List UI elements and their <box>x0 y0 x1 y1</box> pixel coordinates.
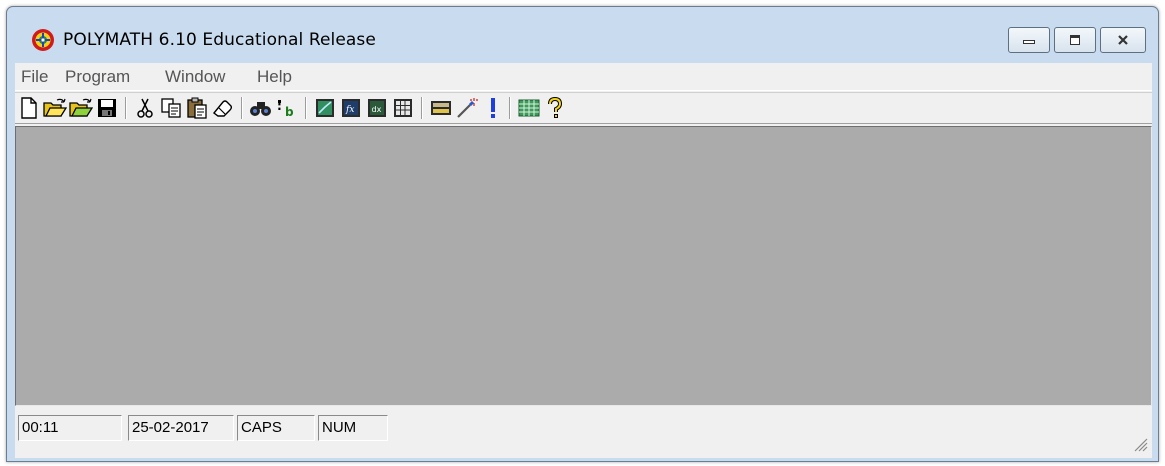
replace-button[interactable]: : b <box>275 96 299 120</box>
spreadsheet-icon <box>518 99 540 117</box>
table-button[interactable] <box>391 96 415 120</box>
mdi-workspace[interactable] <box>15 126 1152 406</box>
window-controls <box>1004 27 1146 53</box>
cut-button[interactable] <box>133 96 157 120</box>
spreadsheet-button[interactable] <box>517 96 541 120</box>
svg-text:dx: dx <box>372 105 382 114</box>
help-button[interactable] <box>543 96 567 120</box>
status-date: 25-02-2017 <box>128 415 234 441</box>
minimize-icon <box>1023 40 1035 44</box>
find-icon <box>250 102 271 116</box>
paste-button[interactable] <box>185 96 209 120</box>
save-button[interactable] <box>95 96 119 120</box>
svg-text:fx: fx <box>345 105 354 115</box>
regression-button[interactable]: dx <box>365 96 389 120</box>
new-file-button[interactable] <box>17 96 41 120</box>
close-icon <box>1118 35 1128 45</box>
run-icon <box>491 98 495 118</box>
calculator-icon <box>431 101 451 115</box>
restore-icon <box>1070 35 1080 45</box>
clear-button[interactable] <box>211 96 235 120</box>
toolbar-separator <box>125 97 127 119</box>
svg-text:b: b <box>285 105 294 118</box>
graph-icon <box>316 99 334 117</box>
status-bar: 00:11 25-02-2017 CAPS NUM <box>15 408 1152 458</box>
save-icon <box>98 99 116 117</box>
minimize-button[interactable] <box>1008 27 1050 53</box>
open-folder-icon <box>43 98 67 117</box>
help-icon <box>548 97 563 118</box>
wand-icon <box>457 98 478 118</box>
find-button[interactable] <box>249 96 273 120</box>
paste-icon <box>187 97 207 119</box>
app-window: POLYMATH 6.10 Educational Release File P… <box>6 6 1159 462</box>
polymath-app-icon <box>32 29 54 51</box>
run-button[interactable] <box>481 96 505 120</box>
status-num: NUM <box>318 415 388 441</box>
menu-bar: File Program Window Help <box>15 63 1152 91</box>
maximize-button[interactable] <box>1054 27 1096 53</box>
replace-icon: : b <box>277 99 294 118</box>
toolbar-separator <box>241 97 243 119</box>
cut-icon <box>137 98 153 118</box>
toolbar-separator <box>421 97 423 119</box>
title-bar[interactable]: POLYMATH 6.10 Educational Release <box>7 7 1158 59</box>
function-icon: fx <box>342 99 360 117</box>
open-button[interactable] <box>43 96 67 120</box>
wizard-button[interactable] <box>455 96 479 120</box>
menu-program[interactable]: Program <box>65 67 130 87</box>
menu-help[interactable]: Help <box>257 67 292 87</box>
status-time: 00:11 <box>18 415 122 441</box>
menu-file[interactable]: File <box>21 67 48 87</box>
toolbar-separator <box>509 97 511 119</box>
table-grid-icon <box>394 99 412 117</box>
eraser-icon <box>212 100 233 117</box>
menu-window[interactable]: Window <box>165 67 225 87</box>
client-area: File Program Window Help: b fx dx 00:11… <box>15 63 1152 458</box>
toolbar-separator <box>305 97 307 119</box>
calculator-button[interactable] <box>429 96 453 120</box>
graph-button[interactable] <box>313 96 337 120</box>
function-button[interactable]: fx <box>339 96 363 120</box>
regression-icon: dx <box>368 99 386 117</box>
close-button[interactable] <box>1100 27 1146 53</box>
copy-icon <box>161 98 181 118</box>
open-folder-alt-icon <box>69 98 93 117</box>
toolbar: : b fx dx <box>15 92 1152 124</box>
new-file-icon <box>21 97 37 119</box>
resize-grip-icon[interactable] <box>1132 436 1148 452</box>
status-caps: CAPS <box>237 415 315 441</box>
copy-button[interactable] <box>159 96 183 120</box>
window-title: POLYMATH 6.10 Educational Release <box>63 30 376 50</box>
open-alt-button[interactable] <box>69 96 93 120</box>
